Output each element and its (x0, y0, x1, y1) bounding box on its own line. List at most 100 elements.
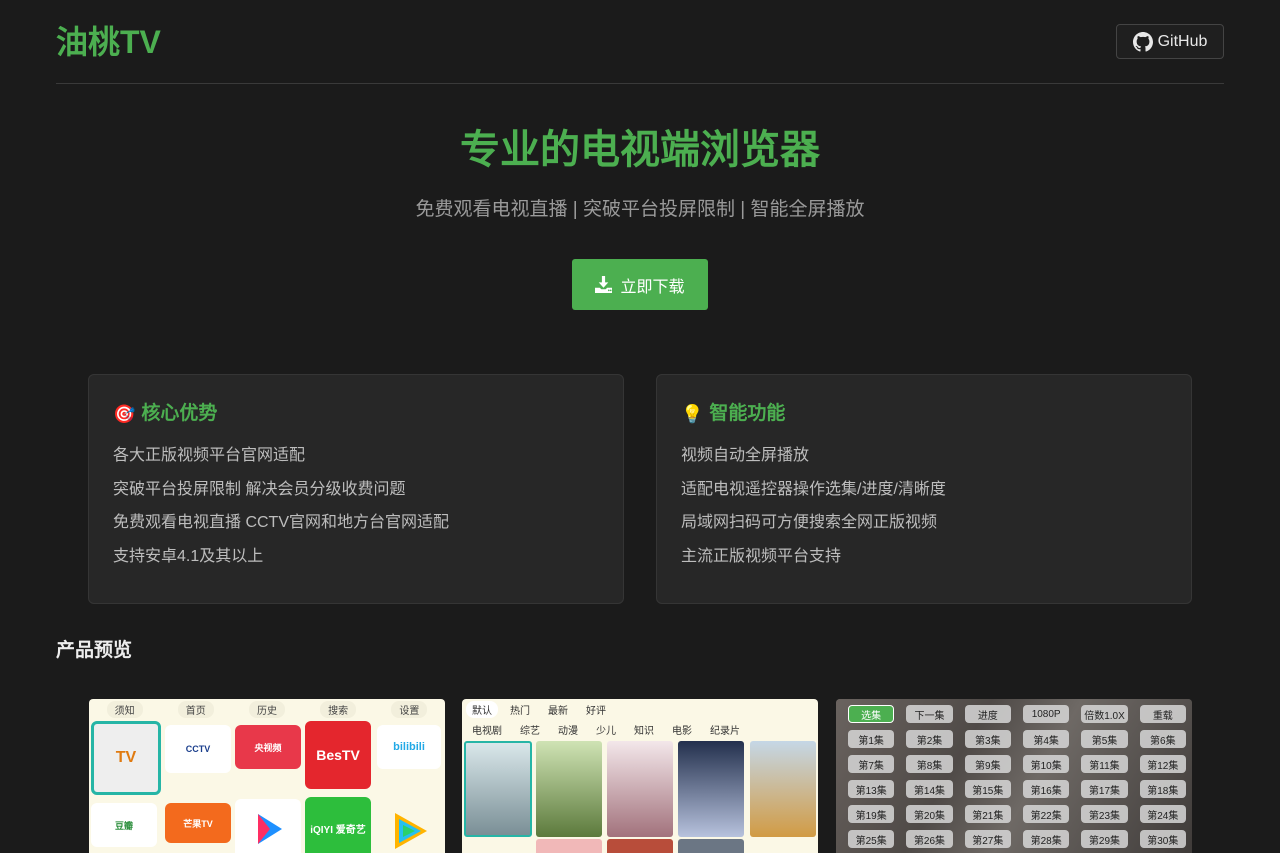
app-tile: 央视频 (235, 725, 301, 769)
episode-item: 第16集 (1022, 780, 1070, 798)
episode-item: 第17集 (1081, 780, 1128, 798)
poster (536, 741, 602, 837)
category-tab: 综艺 (520, 726, 540, 737)
control-select-episode: 选集 (848, 705, 895, 723)
target-icon: 🎯 (113, 404, 136, 424)
episode-item: 第6集 (1139, 730, 1186, 748)
download-icon (595, 276, 613, 293)
episode-item: 第21集 (964, 805, 1011, 823)
episode-item: 第28集 (1022, 830, 1070, 848)
episode-item: 第22集 (1022, 805, 1070, 823)
app-tile: 芒果TV (165, 803, 231, 843)
nav-item: 历史 (248, 700, 285, 718)
feature-card-core: 🎯 核心优势 各大正版视频平台官网适配 突破平台投屏限制 解决会员分级收费问题 … (88, 374, 624, 604)
episode-item: 第24集 (1139, 805, 1186, 823)
nav-item: 搜索 (320, 700, 357, 718)
sort-tabs: 默认 热门 最新 好评 (466, 701, 612, 718)
episode-item: 第20集 (906, 805, 953, 823)
feature-item: 主流正版视频平台支持 (681, 547, 842, 565)
sort-tab: 热门 (510, 706, 530, 717)
episode-item: 第7集 (848, 755, 895, 773)
category-tab: 知识 (634, 726, 654, 737)
card-title-text: 智能功能 (709, 403, 786, 424)
episode-item: 第29集 (1081, 830, 1128, 848)
card-title: 🎯 核心优势 (113, 401, 599, 427)
card-title: 💡 智能功能 (681, 401, 1167, 427)
preview-title: 产品预览 (56, 640, 133, 661)
episode-item: 第14集 (906, 780, 953, 798)
tencent-video-icon (395, 813, 427, 849)
control-next-episode: 下一集 (906, 705, 953, 723)
feature-item: 适配电视遥控器操作选集/进度/清晰度 (681, 480, 946, 498)
episode-item: 第4集 (1022, 730, 1070, 748)
category-tab: 动漫 (558, 726, 578, 737)
episode-item: 第3集 (964, 730, 1011, 748)
category-tab: 少儿 (596, 726, 616, 737)
episode-item: 第10集 (1022, 755, 1070, 773)
app-tile (235, 799, 301, 853)
preview-screenshot-browse[interactable]: 默认 热门 最新 好评 电视剧 综艺 动漫 少儿 知识 电影 纪录片 (462, 699, 818, 853)
app-tile: 豆瓣 (91, 803, 157, 847)
control-progress: 进度 (964, 705, 1011, 723)
poster (678, 839, 744, 853)
feature-item: 各大正版视频平台官网适配 (113, 447, 306, 464)
app-tile (377, 803, 441, 853)
episode-item: 第15集 (964, 780, 1011, 798)
category-tab: 电视剧 (472, 726, 502, 737)
github-button[interactable]: GitHub (1116, 24, 1224, 59)
github-label: GitHub (1157, 32, 1208, 50)
episode-item: 第25集 (848, 830, 895, 848)
logo[interactable]: 油桃TV (56, 22, 161, 62)
header: 油桃TV GitHub (56, 0, 1224, 84)
youku-icon (258, 814, 282, 844)
hero-title: 专业的电视端浏览器 (460, 128, 820, 172)
episode-item: 第2集 (906, 730, 953, 748)
feature-item: 视频自动全屏播放 (681, 447, 810, 464)
episode-item: 第23集 (1081, 805, 1128, 823)
card-title-text: 核心优势 (141, 403, 218, 424)
sort-tab: 默认 (466, 701, 498, 718)
feature-item: 突破平台投屏限制 解决会员分级收费问题 (113, 480, 406, 498)
app-tile: CCTV (165, 725, 231, 773)
episode-item: 第26集 (906, 830, 953, 848)
download-button[interactable]: 立即下载 (572, 259, 708, 310)
category-tab: 电影 (672, 726, 692, 737)
control-reload: 重载 (1139, 705, 1186, 723)
preview-screenshot-player[interactable]: 选集 下一集 进度 1080P 倍数1.0X 重载 第1集 第2集 第3集 第4… (836, 699, 1192, 853)
episode-grid: 选集 下一集 进度 1080P 倍数1.0X 重载 第1集 第2集 第3集 第4… (848, 705, 1186, 848)
episode-item: 第11集 (1081, 755, 1128, 773)
hero-subtitle: 免费观看电视直播 | 突破平台投屏限制 | 智能全屏播放 (415, 199, 865, 220)
github-icon (1132, 31, 1153, 52)
feature-card-smart: 💡 智能功能 视频自动全屏播放 适配电视遥控器操作选集/进度/清晰度 局域网扫码… (656, 374, 1192, 604)
sort-tab: 好评 (586, 706, 606, 717)
feature-item: 免费观看电视直播 CCTV官网和地方台官网适配 (113, 514, 450, 531)
nav-item: 须知 (106, 700, 143, 718)
lightbulb-icon: 💡 (681, 404, 704, 424)
feature-list: 各大正版视频平台官网适配 突破平台投屏限制 解决会员分级收费问题 免费观看电视直… (113, 445, 599, 568)
app-tile: iQIYI 爱奇艺 (305, 797, 371, 853)
app-tile: bilibili (377, 725, 441, 769)
feature-item: 支持安卓4.1及其以上 (113, 547, 264, 565)
episode-item: 第13集 (848, 780, 895, 798)
episode-item: 第12集 (1139, 755, 1186, 773)
poster (607, 839, 673, 853)
episode-item: 第5集 (1081, 730, 1128, 748)
feature-list: 视频自动全屏播放 适配电视遥控器操作选集/进度/清晰度 局域网扫码可方便搜索全网… (681, 445, 1167, 568)
episode-item: 第18集 (1139, 780, 1186, 798)
download-label: 立即下载 (620, 278, 685, 296)
poster (607, 741, 673, 837)
episode-item: 第9集 (964, 755, 1011, 773)
poster (464, 741, 532, 837)
category-tabs: 电视剧 综艺 动漫 少儿 知识 电影 纪录片 (466, 721, 746, 738)
feature-item: 局域网扫码可方便搜索全网正版视频 (681, 514, 938, 531)
preview-screenshot-home[interactable]: 须知 首页 历史 搜索 设置 TV CCTV 央视频 BesTV bilibil… (89, 699, 445, 853)
control-speed: 倍数1.0X (1081, 705, 1128, 723)
category-tab: 纪录片 (710, 726, 740, 737)
sort-tab: 最新 (548, 706, 568, 717)
episode-item: 第1集 (848, 730, 895, 748)
nav-item: 首页 (177, 700, 214, 718)
app-tile: BesTV (305, 721, 371, 789)
episode-item: 第30集 (1139, 830, 1186, 848)
episode-item: 第8集 (906, 755, 953, 773)
app-tile: TV (91, 721, 161, 795)
